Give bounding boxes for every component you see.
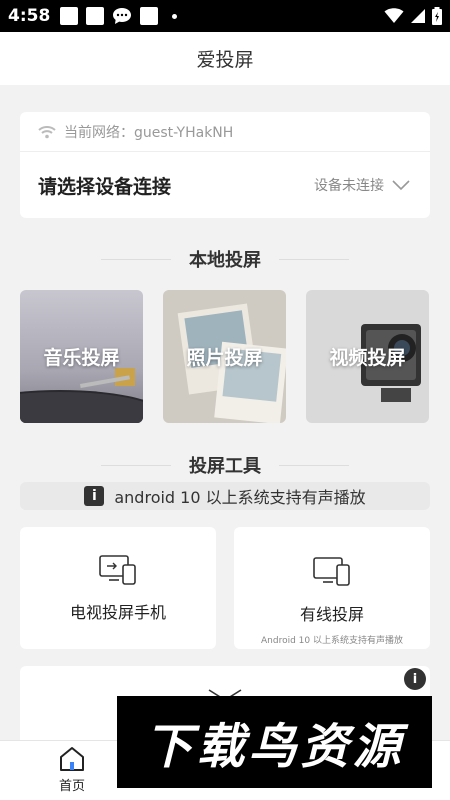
message-icon <box>113 8 132 24</box>
wifi-signal-icon <box>384 8 404 23</box>
app-header: 爱投屏 <box>0 32 450 85</box>
network-label: 当前网络：guest-YHakNH <box>64 124 234 141</box>
device-select-row[interactable]: 请选择设备连接 设备未连接 <box>20 152 430 218</box>
music-cast-tile[interactable]: 音乐投屏 <box>20 290 143 423</box>
wired-cast-card[interactable]: 有线投屏 Android 10 以上系统支持有声播放 <box>234 527 430 649</box>
tv-cast-phone-label: 电视投屏手机 <box>69 603 166 622</box>
chevron-down-icon <box>392 180 410 191</box>
notification-icon <box>86 7 105 25</box>
more-notifications-dot <box>172 13 178 19</box>
notification-icon <box>60 7 79 25</box>
divider <box>279 464 349 466</box>
notification-icon <box>140 7 159 25</box>
status-time: 4:58 <box>8 6 51 26</box>
nav-home[interactable]: 首页 <box>27 745 117 794</box>
divider <box>279 258 349 260</box>
tools-section-header: 投屏工具 <box>0 452 450 478</box>
device-status-text: 设备未连接 <box>314 178 384 194</box>
tools-title: 投屏工具 <box>189 456 261 477</box>
photo-cast-label: 照片投屏 <box>186 347 263 369</box>
connection-card: 当前网络：guest-YHakNH 请选择设备连接 设备未连接 <box>20 112 430 218</box>
info-icon: i <box>84 486 105 506</box>
wifi-icon <box>38 125 56 138</box>
info-icon: i <box>404 668 426 690</box>
local-cast-section-header: 本地投屏 <box>0 246 450 272</box>
divider <box>101 258 171 260</box>
photo-cast-tile[interactable]: 照片投屏 <box>163 290 286 423</box>
status-bar: 4:58 <box>0 0 450 32</box>
music-cast-label: 音乐投屏 <box>43 347 120 369</box>
device-select-prompt: 请选择设备连接 <box>38 175 172 198</box>
home-icon <box>60 747 84 771</box>
watermark-logo: 下载鸟资源 <box>117 696 432 788</box>
network-row: 当前网络：guest-YHakNH <box>20 112 430 152</box>
nav-home-label: 首页 <box>58 779 85 794</box>
battery-icon <box>432 7 442 25</box>
cell-signal-icon <box>411 9 425 23</box>
tv-to-phone-icon <box>99 555 136 585</box>
video-cast-tile[interactable]: 视频投屏 <box>306 290 429 423</box>
wired-cast-sublabel: Android 10 以上系统支持有声播放 <box>261 636 403 646</box>
sound-support-notice: i android 10 以上系统支持有声播放 <box>20 482 430 510</box>
divider <box>101 464 171 466</box>
wired-cast-label: 有线投屏 <box>299 605 364 624</box>
watermark-text: 下载鸟资源 <box>144 719 405 775</box>
wired-cast-icon <box>313 557 350 586</box>
local-cast-title: 本地投屏 <box>189 250 261 271</box>
video-cast-label: 视频投屏 <box>329 347 406 369</box>
device-status: 设备未连接 <box>314 175 410 195</box>
tv-cast-phone-card[interactable]: 电视投屏手机 <box>20 527 216 649</box>
page-title: 爱投屏 <box>196 49 254 71</box>
notice-text: android 10 以上系统支持有声播放 <box>114 488 366 507</box>
